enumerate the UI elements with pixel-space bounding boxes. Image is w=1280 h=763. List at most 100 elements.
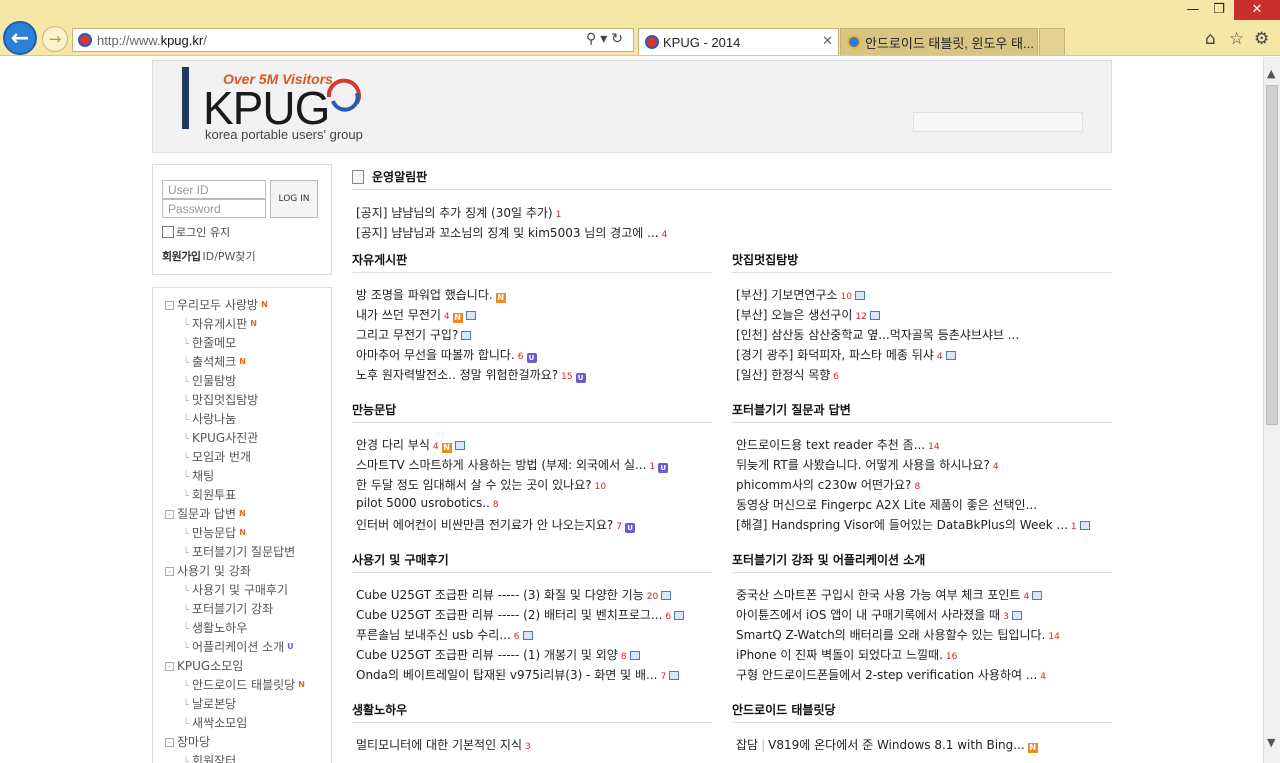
section-title[interactable]: 포터블기기 질문과 답변 (732, 401, 851, 418)
section-title[interactable]: 사용기 및 구매후기 (352, 551, 449, 568)
collapse-icon[interactable]: - (165, 510, 174, 519)
post-title[interactable]: Cube U25GT 조급판 리뷰 ----- (3) 화질 및 다양한 기능 (356, 588, 644, 602)
post-item[interactable]: Cube U25GT 조급판 리뷰 ----- (1) 개봉기 및 외양 8 (356, 646, 640, 663)
home-icon[interactable]: ⌂ (1205, 29, 1216, 49)
post-item[interactable]: Cube U25GT 조급판 리뷰 ----- (2) 배터리 및 벤치프로그.… (356, 606, 685, 623)
scroll-up-icon[interactable]: ▲ (1267, 67, 1275, 80)
post-title[interactable]: 멀티모니터에 대한 기본적인 지식 (356, 738, 522, 752)
menu-item[interactable]: └ 한줄메모 (183, 334, 236, 351)
post-item[interactable]: 노후 원자력발전소.. 정말 위험한걸까요? 15 U (356, 366, 586, 383)
post-item[interactable]: [해결] Handspring Visor에 들어있는 DataBkPlus의 … (736, 516, 1090, 533)
collapse-icon[interactable]: - (165, 567, 174, 576)
collapse-icon[interactable]: - (165, 301, 174, 310)
post-title[interactable]: [일산] 한정식 목향 (736, 368, 830, 382)
maximize-button[interactable]: ❐ (1206, 0, 1232, 20)
back-button[interactable]: ← (3, 21, 37, 55)
post-item[interactable]: [공지] 냠냠님과 꼬소님의 징계 및 kim5003 님의 경고에 ... 4 (356, 224, 667, 241)
tab-kpug[interactable]: KPUG - 2014 ✕ (638, 28, 839, 55)
post-title[interactable]: [부산] 오늘은 생선구이 (736, 308, 852, 322)
post-title[interactable]: [인천] 삼산동 삼산중학교 옆...먹자골목 등촌샤브샤브 ... (736, 328, 1019, 342)
menu-item[interactable]: └ 포터블기기 강좌 (183, 600, 273, 617)
menu-item[interactable]: └ 자유게시판 N (183, 315, 257, 332)
post-item[interactable]: 안경 다리 부식 4 N (356, 436, 465, 453)
post-title[interactable]: pilot 5000 usrobotics.. (356, 496, 490, 510)
menu-item[interactable]: └ 인물탐방 (183, 372, 236, 389)
favorites-star-icon[interactable]: ☆ (1229, 29, 1244, 49)
menu-category[interactable]: - 사용기 및 강좌 (165, 562, 251, 579)
post-title[interactable]: [해결] Handspring Visor에 들어있는 DataBkPlus의 … (736, 518, 1068, 532)
post-title[interactable]: 그리고 무전기 구입? (356, 328, 458, 342)
post-title[interactable]: iPhone 이 진짜 벽돌이 되었다고 느낄때. (736, 648, 943, 662)
post-item[interactable]: SmartQ Z-Watch의 배터리를 오래 사용할수 있는 팁입니다. 14 (736, 626, 1060, 643)
menu-category[interactable]: - 질문과 답변 N (165, 505, 246, 522)
post-item[interactable]: Onda의 베이트레일이 탑재된 v975i리뷰(3) - 화면 및 배... 7 (356, 666, 680, 683)
section-title[interactable]: 포터블기기 강좌 및 어플리케이션 소개 (732, 551, 925, 568)
post-title[interactable]: Cube U25GT 조급판 리뷰 ----- (2) 배터리 및 벤치프로그.… (356, 608, 662, 622)
gear-icon[interactable]: ⚙ (1254, 29, 1269, 49)
post-item[interactable]: [부산] 기보면연구소 10 (736, 286, 865, 303)
menu-item[interactable]: └ 사용기 및 구매후기 (183, 581, 288, 598)
section-title[interactable]: 만능문답 (352, 401, 396, 418)
forward-button[interactable]: → (42, 26, 68, 52)
post-item[interactable]: 안드로이드용 text reader 추천 좀... 14 (736, 436, 940, 453)
post-title[interactable]: [공지] 냠냠님의 추가 징계 (30일 추가) (356, 206, 553, 220)
keep-login-checkbox[interactable] (162, 226, 174, 238)
section-title[interactable]: 자유게시판 (352, 251, 407, 268)
menu-item[interactable]: └ 회원장터 (183, 752, 236, 763)
keep-login[interactable]: 로그인 유지 (162, 224, 230, 240)
post-item[interactable]: 멀티모니터에 대한 기본적인 지식 3 (356, 736, 531, 753)
dropdown-icon[interactable]: ▾ (600, 31, 611, 47)
post-item[interactable]: [부산] 오늘은 생선구이 12 (736, 306, 880, 323)
post-title[interactable]: [경기 광주] 화덕피자, 파스타 메종 뒤샤 (736, 348, 934, 362)
post-title[interactable]: 노후 원자력발전소.. 정말 위험한걸까요? (356, 368, 558, 382)
post-title[interactable]: 푸른솔님 보내주신 usb 수리... (356, 628, 511, 642)
post-title[interactable]: 중국산 스마트폰 구입시 한국 사용 가능 여부 체크 포인트 (736, 588, 1020, 602)
post-title[interactable]: 방 조명을 파워업 했습니다. (356, 288, 493, 302)
menu-item[interactable]: └ 생활노하우 (183, 619, 247, 636)
post-title[interactable]: 구형 안드로이드폰들에서 2-step verification 사용하여 ..… (736, 668, 1037, 682)
post-title[interactable]: phicomm사의 c230w 어떤가요? (736, 478, 911, 492)
post-item[interactable]: [공지] 냠냠님의 추가 징계 (30일 추가) 1 (356, 204, 561, 221)
post-item[interactable]: pilot 5000 usrobotics.. 8 (356, 496, 499, 510)
post-item[interactable]: Cube U25GT 조급판 리뷰 ----- (3) 화질 및 다양한 기능 2… (356, 586, 672, 603)
post-title[interactable]: 뒤늦게 RT를 사봤습니다. 어떻게 사용을 하시나요? (736, 458, 990, 472)
post-title[interactable]: 스마트TV 스마트하게 사용하는 방법 (부제: 외국에서 실... (356, 458, 646, 472)
find-account-link[interactable]: ID/PW찾기 (202, 250, 255, 263)
post-item[interactable]: 스마트TV 스마트하게 사용하는 방법 (부제: 외국에서 실... 1 U (356, 456, 669, 473)
menu-item[interactable]: └ 만능문답 N (183, 524, 246, 541)
post-title[interactable]: Cube U25GT 조급판 리뷰 ----- (1) 개봉기 및 외양 (356, 648, 618, 662)
login-button[interactable]: LOG IN (270, 180, 318, 218)
menu-item[interactable]: └ 회원투표 (183, 486, 236, 503)
post-item[interactable]: 내가 쓰던 무전기 4 N (356, 306, 476, 323)
menu-item[interactable]: └ 어플리케이션 소개 U (183, 638, 294, 655)
site-search-input[interactable] (913, 112, 1083, 132)
post-title[interactable]: V819에 온다에서 준 Windows 8.1 with Bing... (768, 738, 1025, 752)
section-title[interactable]: 안드로이드 태블릿당 (732, 701, 836, 718)
post-item[interactable]: 아마추어 무선을 따볼까 합니다. 6 U (356, 346, 537, 363)
post-title[interactable]: [공지] 냠냠님과 꼬소님의 징계 및 kim5003 님의 경고에 ... (356, 226, 659, 240)
menu-item[interactable]: └ 날로본당 (183, 695, 236, 712)
menu-item[interactable]: └ 채팅 (183, 467, 214, 484)
post-title[interactable]: 안드로이드용 text reader 추천 좀... (736, 438, 925, 452)
post-item[interactable]: [인천] 삼산동 삼산중학교 옆...먹자골목 등촌샤브샤브 ... (736, 326, 1019, 343)
search-icon[interactable]: ⚲ (586, 31, 600, 47)
menu-item[interactable]: └ 맛집멋집탐방 (183, 391, 258, 408)
post-item[interactable]: 잡담 | V819에 온다에서 준 Windows 8.1 with Bing...… (736, 736, 1038, 753)
menu-item[interactable]: └ 출석체크 N (183, 353, 246, 370)
close-window-button[interactable]: ✕ (1234, 0, 1280, 20)
post-title[interactable]: SmartQ Z-Watch의 배터리를 오래 사용할수 있는 팁입니다. (736, 628, 1045, 642)
post-item[interactable]: 동영상 머신으로 Fingerpc A2X Lite 제품이 좋은 선택인... (736, 496, 1037, 513)
scrollbar-thumb[interactable] (1266, 85, 1278, 425)
section-title[interactable]: 생활노하우 (352, 701, 407, 718)
post-title[interactable]: 내가 쓰던 무전기 (356, 308, 441, 322)
post-item[interactable]: 푸른솔님 보내주신 usb 수리... 6 (356, 626, 533, 643)
close-tab-icon[interactable]: ✕ (822, 33, 833, 49)
post-item[interactable]: 뒤늦게 RT를 사봤습니다. 어떻게 사용을 하시나요? 4 (736, 456, 999, 473)
notice-title[interactable]: 운영알림판 (372, 168, 427, 185)
address-actions[interactable]: ⚲▾↻ (586, 31, 627, 47)
post-item[interactable]: [일산] 한정식 목향 6 (736, 366, 839, 383)
page-scrollbar[interactable]: ▲ ▼ (1263, 57, 1280, 763)
post-title[interactable]: [부산] 기보면연구소 (736, 288, 838, 302)
post-title[interactable]: 동영상 머신으로 Fingerpc A2X Lite 제품이 좋은 선택인... (736, 498, 1037, 512)
address-bar[interactable]: http://www.kpug.kr/ ⚲▾↻ (72, 28, 634, 52)
